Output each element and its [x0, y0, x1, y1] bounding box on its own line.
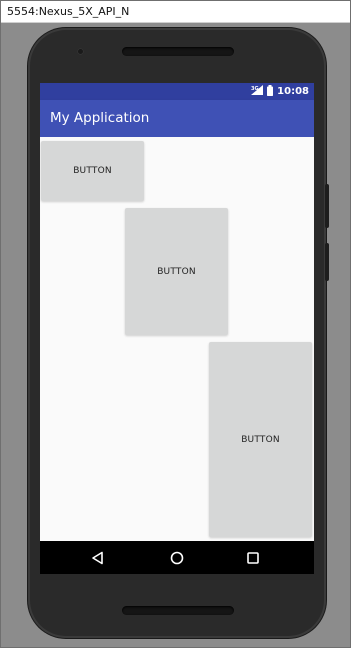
back-triangle-icon[interactable] — [78, 541, 118, 574]
status-bar: 3G 10:08 — [40, 83, 314, 100]
volume-button[interactable] — [325, 243, 329, 281]
front-camera — [77, 48, 84, 55]
recents-square-icon[interactable] — [233, 541, 273, 574]
home-circle-icon[interactable] — [157, 541, 197, 574]
power-button[interactable] — [325, 184, 329, 228]
button-1[interactable]: BUTTON — [41, 141, 144, 201]
emulator-window: 5554:Nexus_5X_API_N 3G 10:08 My Applicat… — [0, 0, 351, 648]
window-title: 5554:Nexus_5X_API_N — [1, 1, 350, 23]
app-bar: My Application — [40, 100, 314, 137]
button-3[interactable]: BUTTON — [209, 342, 312, 537]
clock: 10:08 — [277, 86, 309, 97]
button-2[interactable]: BUTTON — [125, 208, 228, 335]
svg-text:3G: 3G — [251, 86, 259, 92]
navigation-bar — [40, 541, 314, 574]
content-area: BUTTON BUTTON BUTTON — [40, 137, 314, 541]
bottom-speaker — [122, 606, 234, 615]
device-screen: 3G 10:08 My Application BUTTON BUTTON BU… — [40, 83, 314, 574]
battery-icon — [267, 84, 274, 99]
top-speaker — [122, 47, 234, 56]
signal-icon: 3G — [251, 85, 264, 98]
app-title: My Application — [50, 110, 150, 126]
